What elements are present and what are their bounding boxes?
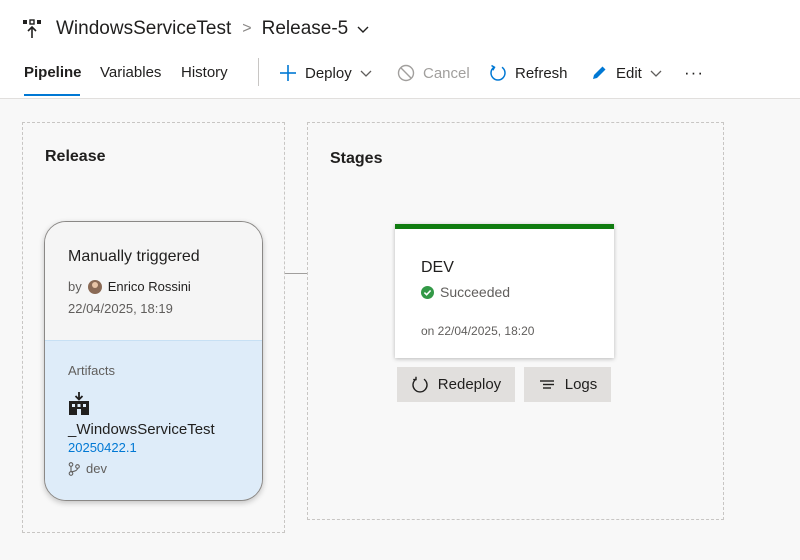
- deploy-button[interactable]: Deploy: [279, 56, 372, 90]
- header-bar: WindowsServiceTest > Release-5 Pipeline …: [0, 0, 800, 99]
- logs-icon: [538, 378, 556, 392]
- active-tab-indicator: [24, 94, 80, 96]
- refresh-button[interactable]: Refresh: [489, 56, 568, 90]
- branch-name: dev: [86, 461, 107, 476]
- chevron-down-icon: [360, 67, 372, 79]
- git-branch-icon: [68, 461, 80, 476]
- breadcrumb: WindowsServiceTest > Release-5: [20, 14, 370, 44]
- tab-history[interactable]: History: [181, 56, 228, 90]
- more-options-button[interactable]: ···: [684, 56, 704, 90]
- refresh-icon: [489, 64, 507, 82]
- redeploy-icon: [411, 376, 429, 394]
- avatar: [87, 279, 102, 294]
- check-circle-icon: [421, 285, 434, 299]
- artifact-branch: dev: [68, 461, 107, 476]
- stage-status: Succeeded: [421, 284, 510, 300]
- divider: [258, 58, 259, 86]
- cancel-icon: [397, 64, 415, 82]
- artifact-name: _WindowsServiceTest: [68, 421, 215, 438]
- logs-button[interactable]: Logs: [524, 367, 611, 402]
- logs-label: Logs: [564, 376, 598, 393]
- release-date: 22/04/2025, 18:19: [68, 301, 173, 316]
- breadcrumb-separator: >: [242, 20, 252, 37]
- stages-panel-title: Stages: [330, 150, 383, 167]
- cancel-button[interactable]: Cancel: [397, 56, 470, 90]
- plus-icon: [279, 64, 297, 82]
- tab-pipeline[interactable]: Pipeline: [24, 56, 82, 90]
- pencil-icon: [590, 64, 608, 82]
- redeploy-label: Redeploy: [437, 376, 502, 393]
- stage-card-dev[interactable]: DEV Succeeded on 22/04/2025, 18:20: [395, 224, 614, 358]
- release-pipeline-icon: [20, 17, 44, 41]
- breadcrumb-release[interactable]: Release-5: [262, 18, 349, 40]
- chevron-down-icon[interactable]: [356, 22, 370, 36]
- redeploy-button[interactable]: Redeploy: [397, 367, 515, 402]
- stage-status-label: Succeeded: [440, 284, 511, 300]
- breadcrumb-pipeline[interactable]: WindowsServiceTest: [56, 18, 231, 40]
- deploy-label: Deploy: [305, 64, 352, 82]
- chevron-down-icon: [650, 67, 662, 79]
- edit-label: Edit: [616, 64, 642, 82]
- build-artifact-icon: [68, 392, 90, 421]
- cancel-label: Cancel: [423, 64, 470, 82]
- stage-timestamp: on 22/04/2025, 18:20: [421, 324, 535, 338]
- command-bar: Pipeline Variables History Deploy Cancel…: [0, 56, 800, 96]
- tab-variables[interactable]: Variables: [100, 56, 161, 90]
- user-name: Enrico Rossini: [107, 279, 191, 294]
- release-panel-title: Release: [45, 148, 106, 165]
- release-author: by Enrico Rossini: [68, 279, 191, 294]
- artifacts-label: Artifacts: [68, 363, 115, 378]
- stage-name: DEV: [421, 259, 454, 276]
- refresh-label: Refresh: [515, 64, 568, 82]
- by-label: by: [68, 279, 82, 294]
- artifact-build-link[interactable]: 20250422.1: [68, 440, 137, 455]
- edit-button[interactable]: Edit: [590, 56, 662, 90]
- release-trigger: Manually triggered: [68, 248, 200, 265]
- release-card[interactable]: Manually triggered by Enrico Rossini 22/…: [44, 221, 263, 501]
